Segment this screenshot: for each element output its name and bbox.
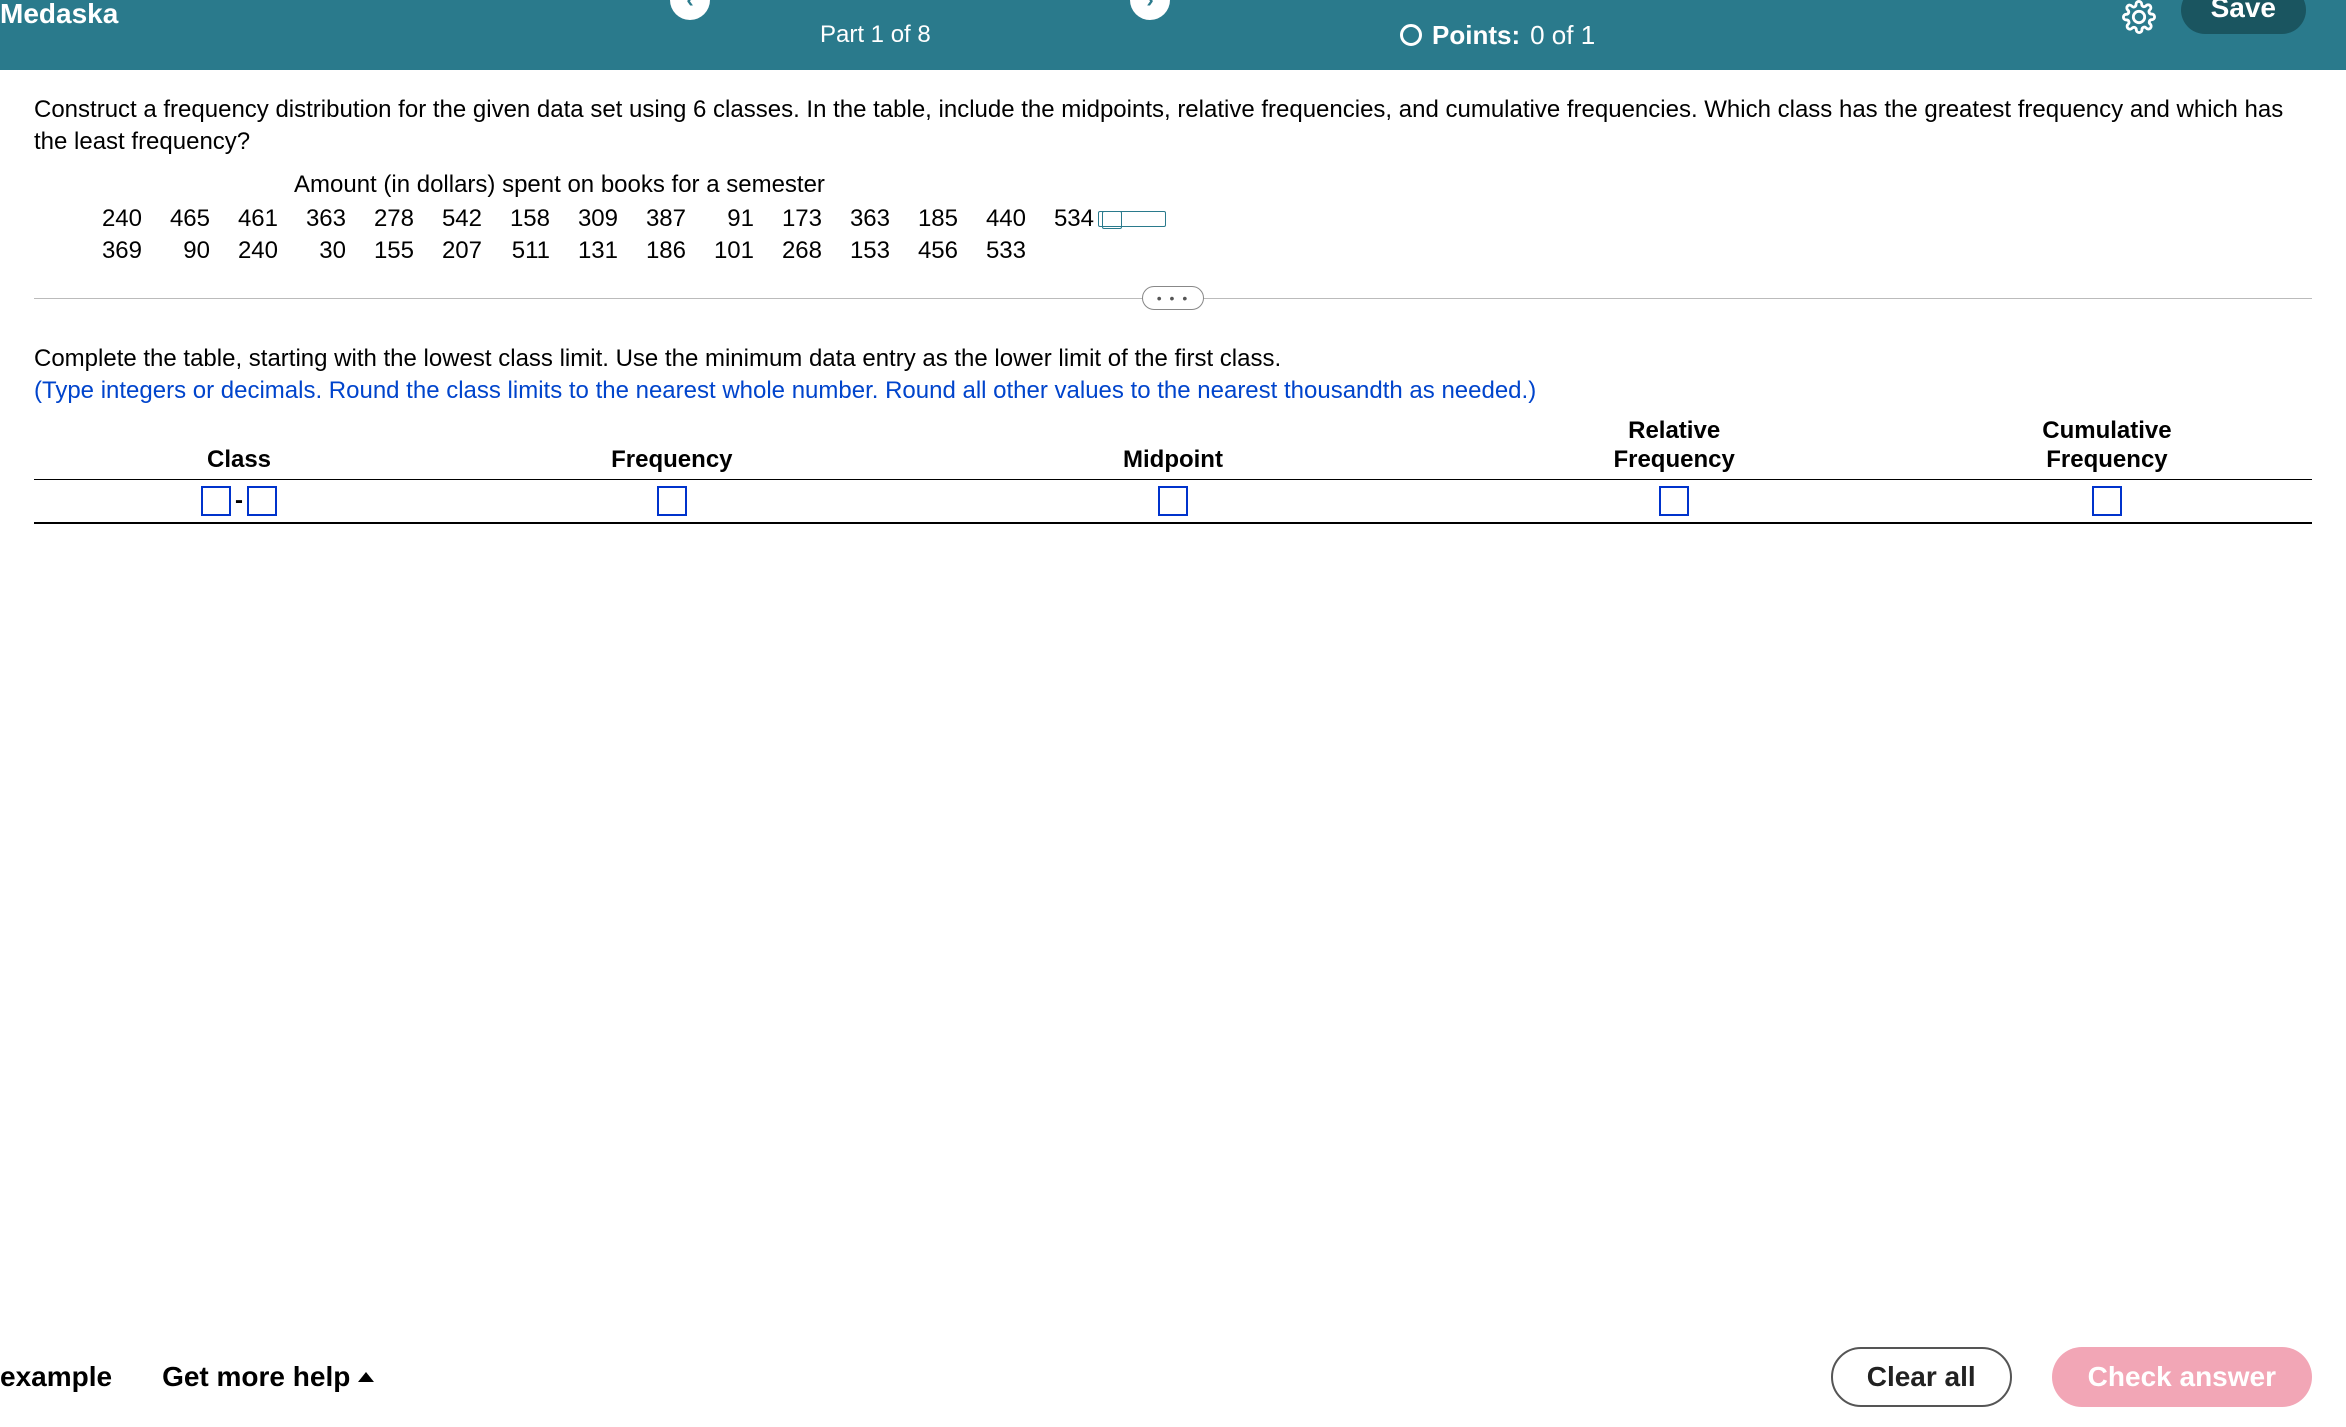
data-value: 533 — [958, 235, 1026, 267]
check-answer-button[interactable]: Check answer — [2052, 1347, 2312, 1407]
data-title: Amount (in dollars) spent on books for a… — [294, 171, 2312, 199]
data-value: 155 — [346, 235, 414, 267]
data-value: 101 — [686, 235, 754, 267]
header-class: Class — [34, 413, 444, 479]
data-value: 440 — [958, 203, 1026, 235]
top-bar: Medaska ‹ Part 1 of 8 › Points: 0 of 1 S… — [0, 0, 2346, 70]
get-more-help-button[interactable]: Get more help — [162, 1361, 374, 1393]
cell-midpoint — [900, 480, 1447, 522]
header-frequency: Frequency — [444, 413, 900, 479]
header-midpoint: Midpoint — [900, 413, 1447, 479]
next-button[interactable]: › — [1130, 0, 1170, 20]
section-divider: • • • — [34, 298, 2312, 299]
header-relative-frequency: Relative Frequency — [1446, 413, 1902, 479]
chevron-left-icon: ‹ — [686, 0, 693, 13]
class-upper-input[interactable] — [247, 486, 277, 516]
midpoint-input[interactable] — [1158, 486, 1188, 516]
data-values: 2404654613632785421583093879117336318544… — [74, 203, 2312, 268]
data-value: 173 — [754, 203, 822, 235]
data-value: 363 — [278, 203, 346, 235]
example-link[interactable]: example — [0, 1361, 112, 1393]
chevron-right-icon: › — [1146, 0, 1153, 13]
header-cumulative-top: Cumulative — [2042, 417, 2171, 446]
clear-all-button[interactable]: Clear all — [1831, 1347, 2012, 1407]
brand-label: Medaska — [0, 0, 118, 28]
caret-up-icon — [358, 1372, 374, 1382]
table-row: - — [34, 480, 2312, 524]
header-relative-bot: Frequency — [1613, 446, 1734, 475]
relative-frequency-input[interactable] — [1659, 486, 1689, 516]
instruction-line1: Complete the table, starting with the lo… — [34, 345, 1281, 372]
settings-button[interactable] — [2122, 0, 2156, 39]
header-cumulative-frequency: Cumulative Frequency — [1902, 413, 2312, 479]
cumulative-frequency-input[interactable] — [2092, 486, 2122, 516]
data-value: 465 — [142, 203, 210, 235]
footer-right: Clear all Check answer — [1831, 1347, 2312, 1407]
data-value: 511 — [482, 235, 550, 267]
cell-class: - — [34, 480, 444, 522]
data-value: 30 — [278, 235, 346, 267]
data-value: 90 — [142, 235, 210, 267]
instruction-text: Complete the table, starting with the lo… — [34, 343, 2312, 408]
footer-left: example Get more help — [34, 1361, 374, 1393]
question-text: Construct a frequency distribution for t… — [34, 94, 2312, 159]
points-circle-icon — [1400, 24, 1422, 46]
part-label: Part 1 of 8 — [820, 21, 931, 49]
save-button[interactable]: Save — [2181, 0, 2306, 34]
frequency-input[interactable] — [657, 486, 687, 516]
ellipsis-icon: • • • — [1157, 290, 1189, 306]
content-area: Construct a frequency distribution for t… — [0, 70, 2346, 548]
points-display: Points: 0 of 1 — [1400, 20, 1595, 51]
table-header-row: Class Frequency Midpoint Relative Freque… — [34, 413, 2312, 480]
dash-separator: - — [235, 487, 243, 515]
frequency-table: Class Frequency Midpoint Relative Freque… — [34, 413, 2312, 524]
gear-icon — [2122, 0, 2156, 34]
data-value: 131 — [550, 235, 618, 267]
data-value: 387 — [618, 203, 686, 235]
instruction-line2: (Type integers or decimals. Round the cl… — [34, 377, 1536, 404]
data-value: 153 — [822, 235, 890, 267]
data-value: 185 — [890, 203, 958, 235]
header-cumulative-bot: Frequency — [2042, 446, 2171, 475]
data-value: 369 — [74, 235, 142, 267]
expand-button[interactable]: • • • — [1142, 286, 1204, 310]
cell-relative-frequency — [1446, 480, 1902, 522]
data-value: 240 — [74, 203, 142, 235]
data-value: 240 — [210, 235, 278, 267]
data-row-1: 2404654613632785421583093879117336318544… — [74, 203, 2312, 235]
points-label: Points: — [1432, 20, 1520, 51]
header-relative-top: Relative — [1613, 417, 1734, 446]
data-value: 542 — [414, 203, 482, 235]
data-value: 207 — [414, 235, 482, 267]
data-value: 158 — [482, 203, 550, 235]
cell-cumulative-frequency — [1902, 480, 2312, 522]
class-lower-input[interactable] — [201, 486, 231, 516]
data-value: 186 — [618, 235, 686, 267]
data-row-2: 3699024030155207511131186101268153456533 — [74, 235, 2312, 267]
data-value: 268 — [754, 235, 822, 267]
data-value: 91 — [686, 203, 754, 235]
copy-icon[interactable] — [1098, 211, 1166, 227]
data-value: 461 — [210, 203, 278, 235]
points-value: 0 of 1 — [1530, 20, 1595, 51]
help-label: Get more help — [162, 1361, 350, 1393]
data-value: 456 — [890, 235, 958, 267]
footer-bar: example Get more help Clear all Check an… — [0, 1347, 2346, 1407]
cell-frequency — [444, 480, 900, 522]
prev-button[interactable]: ‹ — [670, 0, 710, 20]
data-value: 278 — [346, 203, 414, 235]
data-value: 309 — [550, 203, 618, 235]
data-value: 363 — [822, 203, 890, 235]
data-value: 534 — [1026, 203, 1094, 235]
